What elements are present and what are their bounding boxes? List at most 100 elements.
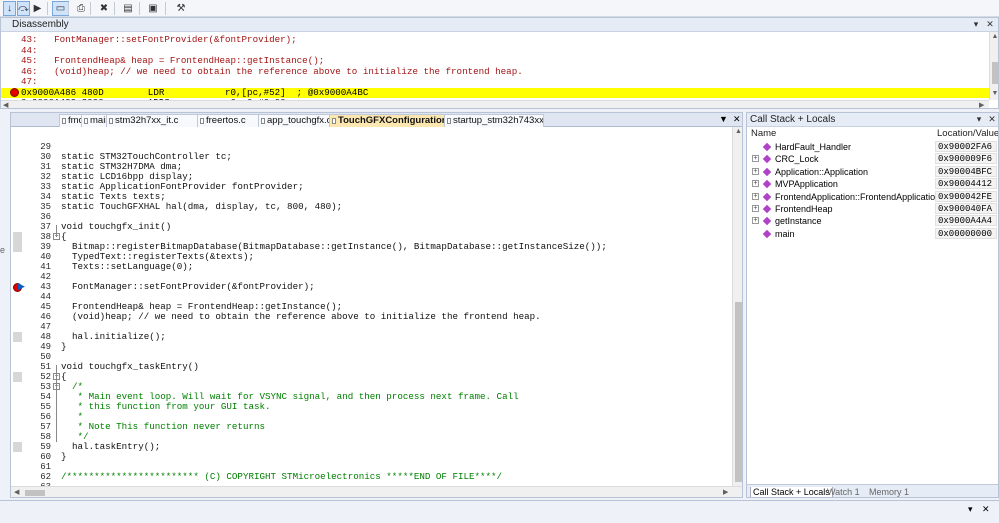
call-stack-function: FrontendApplication::FrontendApplication [775,191,941,202]
file-icon [62,118,66,124]
code-line[interactable]: (void)heap; // we need to obtain the ref… [61,312,541,322]
function-icon [762,142,772,152]
editor-vertical-scrollbar[interactable]: ▲ [732,127,742,486]
breakpoint-slot[interactable] [13,232,22,242]
tab-call-stack-locals[interactable]: Call Stack + Locals [750,487,833,497]
call-stack-row[interactable]: + FrontendApplication::FrontendApplicatio… [747,190,998,203]
pin-icon[interactable]: ▾ [968,504,973,515]
run-icon[interactable]: ▶ [31,1,44,16]
function-icon [762,192,772,201]
breakpoint-slot[interactable] [13,242,22,252]
tab-touchgfxconfiguration-cpp[interactable]: TouchGFXConfiguration.cpp [329,114,449,127]
breakpoint-icon[interactable] [10,88,19,97]
tab-stm32h7xx-it-c[interactable]: stm32h7xx_it.c [106,114,202,127]
source-line[interactable]: 43: FontManager::setFontProvider(&fontPr… [21,35,297,45]
value-column-header[interactable]: Location/Value [937,128,998,140]
expand-icon[interactable]: + [752,180,759,188]
expand-icon[interactable]: + [752,192,759,200]
code-line[interactable]: hal.taskEntry(); [61,442,160,452]
step-over-icon[interactable]: ⤼ [17,1,30,16]
tab-freertos-c[interactable]: freertos.c [197,114,263,127]
code-line[interactable]: * this function from your GUI task. [61,402,271,412]
code-line[interactable]: FontManager::setFontProvider(&fontProvid… [61,282,315,292]
disassembly-vertical-scrollbar[interactable]: ▲ ▼ [989,32,998,100]
toolbar-separator [114,2,115,15]
disassembly-horizontal-scrollbar[interactable]: ◀ ▶ [1,100,989,108]
call-stack-row[interactable]: main 0x00000000 [747,227,998,240]
pin-icon[interactable]: ▾ [974,114,984,125]
call-stack-row[interactable]: + CRC_Lock 0x900009F6 [747,153,998,165]
tab-app-touchgfx-c[interactable]: app_touchgfx.c [258,114,334,127]
scroll-up-icon[interactable]: ▲ [733,128,742,135]
line-number: 31 [40,162,51,172]
breakpoint-tools-icon[interactable]: ✖ [94,1,114,16]
line-number: 55 [40,402,51,412]
windows-icon[interactable]: ▭ [52,1,69,16]
step-icon[interactable]: ↓ [3,1,16,16]
line-number: 32 [40,172,51,182]
code-line[interactable]: } [61,452,67,462]
collapsed-panel-marker[interactable]: e [0,245,5,255]
tab-watch-1[interactable]: Watch 1 [827,487,860,497]
tab-startup-stm32h743xx-s[interactable]: startup_stm32h743xx.s [444,114,544,127]
scroll-left-icon[interactable]: ◀ [3,101,8,108]
call-stack-bottom-tabs: Call Stack + Locals Watch 1 Memory 1 [747,484,998,497]
tab-memory-1[interactable]: Memory 1 [869,487,909,497]
scroll-down-icon[interactable]: ▼ [990,90,998,97]
call-stack-row[interactable]: + Application::Application 0x90004BFC [747,165,998,178]
breakpoint-slot[interactable] [13,332,22,342]
source-line[interactable]: 44: [21,45,38,56]
layout-icon[interactable]: ▤ [118,1,138,16]
line-number: 42 [40,272,51,282]
scroll-right-icon[interactable]: ▶ [723,488,728,496]
name-column-header[interactable]: Name [751,128,776,140]
pin-icon[interactable]: ▾ [971,19,981,30]
expand-icon[interactable]: + [752,155,759,163]
tab-label: startup_stm32h743xx.s [453,115,544,126]
code-line[interactable]: /************************ (C) COPYRIGHT … [61,472,502,482]
source-line[interactable]: 45: FrontendHeap& heap = FrontendHeap::g… [21,56,324,66]
scroll-up-icon[interactable]: ▲ [990,33,998,40]
call-stack-row[interactable]: + getInstance 0x9000A4A4 [747,215,998,227]
code-line[interactable]: hal.initialize(); [61,332,166,342]
code-line[interactable]: void touchgfx_taskEntry() [61,362,199,372]
close-icon[interactable]: ✕ [987,114,997,125]
call-stack-row[interactable]: HardFault_Handler 0x90002FA6 [747,141,998,153]
code-line[interactable]: Texts::setLanguage(0); [61,262,193,272]
line-number: 40 [40,252,51,262]
code-line[interactable]: } [61,342,67,352]
line-number: 54 [40,392,51,402]
expand-icon[interactable]: + [752,205,759,212]
call-stack-row[interactable]: + FrontendHeap 0x900040FA [747,203,998,215]
call-stack-row[interactable]: + MVPApplication 0x90004412 [747,178,998,190]
expand-icon[interactable]: + [752,167,759,175]
expand-icon[interactable]: + [752,217,759,225]
close-icon[interactable]: ✕ [982,504,990,515]
scroll-right-icon[interactable]: ▶ [979,101,984,108]
call-stack-location: 0x900040FA [935,203,997,214]
print-icon[interactable]: ⎙ [72,1,90,16]
tab-list-icon[interactable]: ▼ [719,114,728,124]
close-editor-icon[interactable]: ✕ [733,114,741,125]
scroll-thumb[interactable] [992,62,998,84]
tab-label: stm32h7xx_it.c [115,115,179,126]
source-line[interactable]: 47: [21,77,38,87]
breakpoint-slot[interactable] [13,372,22,382]
scroll-thumb[interactable] [735,302,742,482]
close-icon[interactable]: ✕ [985,19,995,30]
editor-horizontal-scrollbar[interactable]: ◀ ▶ [11,486,742,497]
code-line[interactable]: static TouchGFXHAL hal(dma, display, tc,… [61,202,342,212]
disassembly-instruction[interactable]: 0x9000A486 480D LDR r0,[pc,#52] ; @0x900… [1,87,989,98]
line-number: 53 [40,382,51,392]
code-line[interactable]: void touchgfx_init() [61,222,171,232]
call-stack-location: 0x90004412 [935,178,997,190]
line-number: 56 [40,412,51,422]
chip-icon[interactable]: ▣ [143,1,163,16]
scroll-left-icon[interactable]: ◀ [14,488,19,496]
tools-icon[interactable]: ⚒ [170,1,192,16]
code-line[interactable]: * Note This function never returns [61,422,265,432]
source-line[interactable]: 46: (void)heap; // we need to obtain the… [21,66,523,77]
scroll-thumb[interactable] [25,490,45,496]
breakpoint-slot[interactable] [13,442,22,452]
fold-guide [56,390,57,442]
